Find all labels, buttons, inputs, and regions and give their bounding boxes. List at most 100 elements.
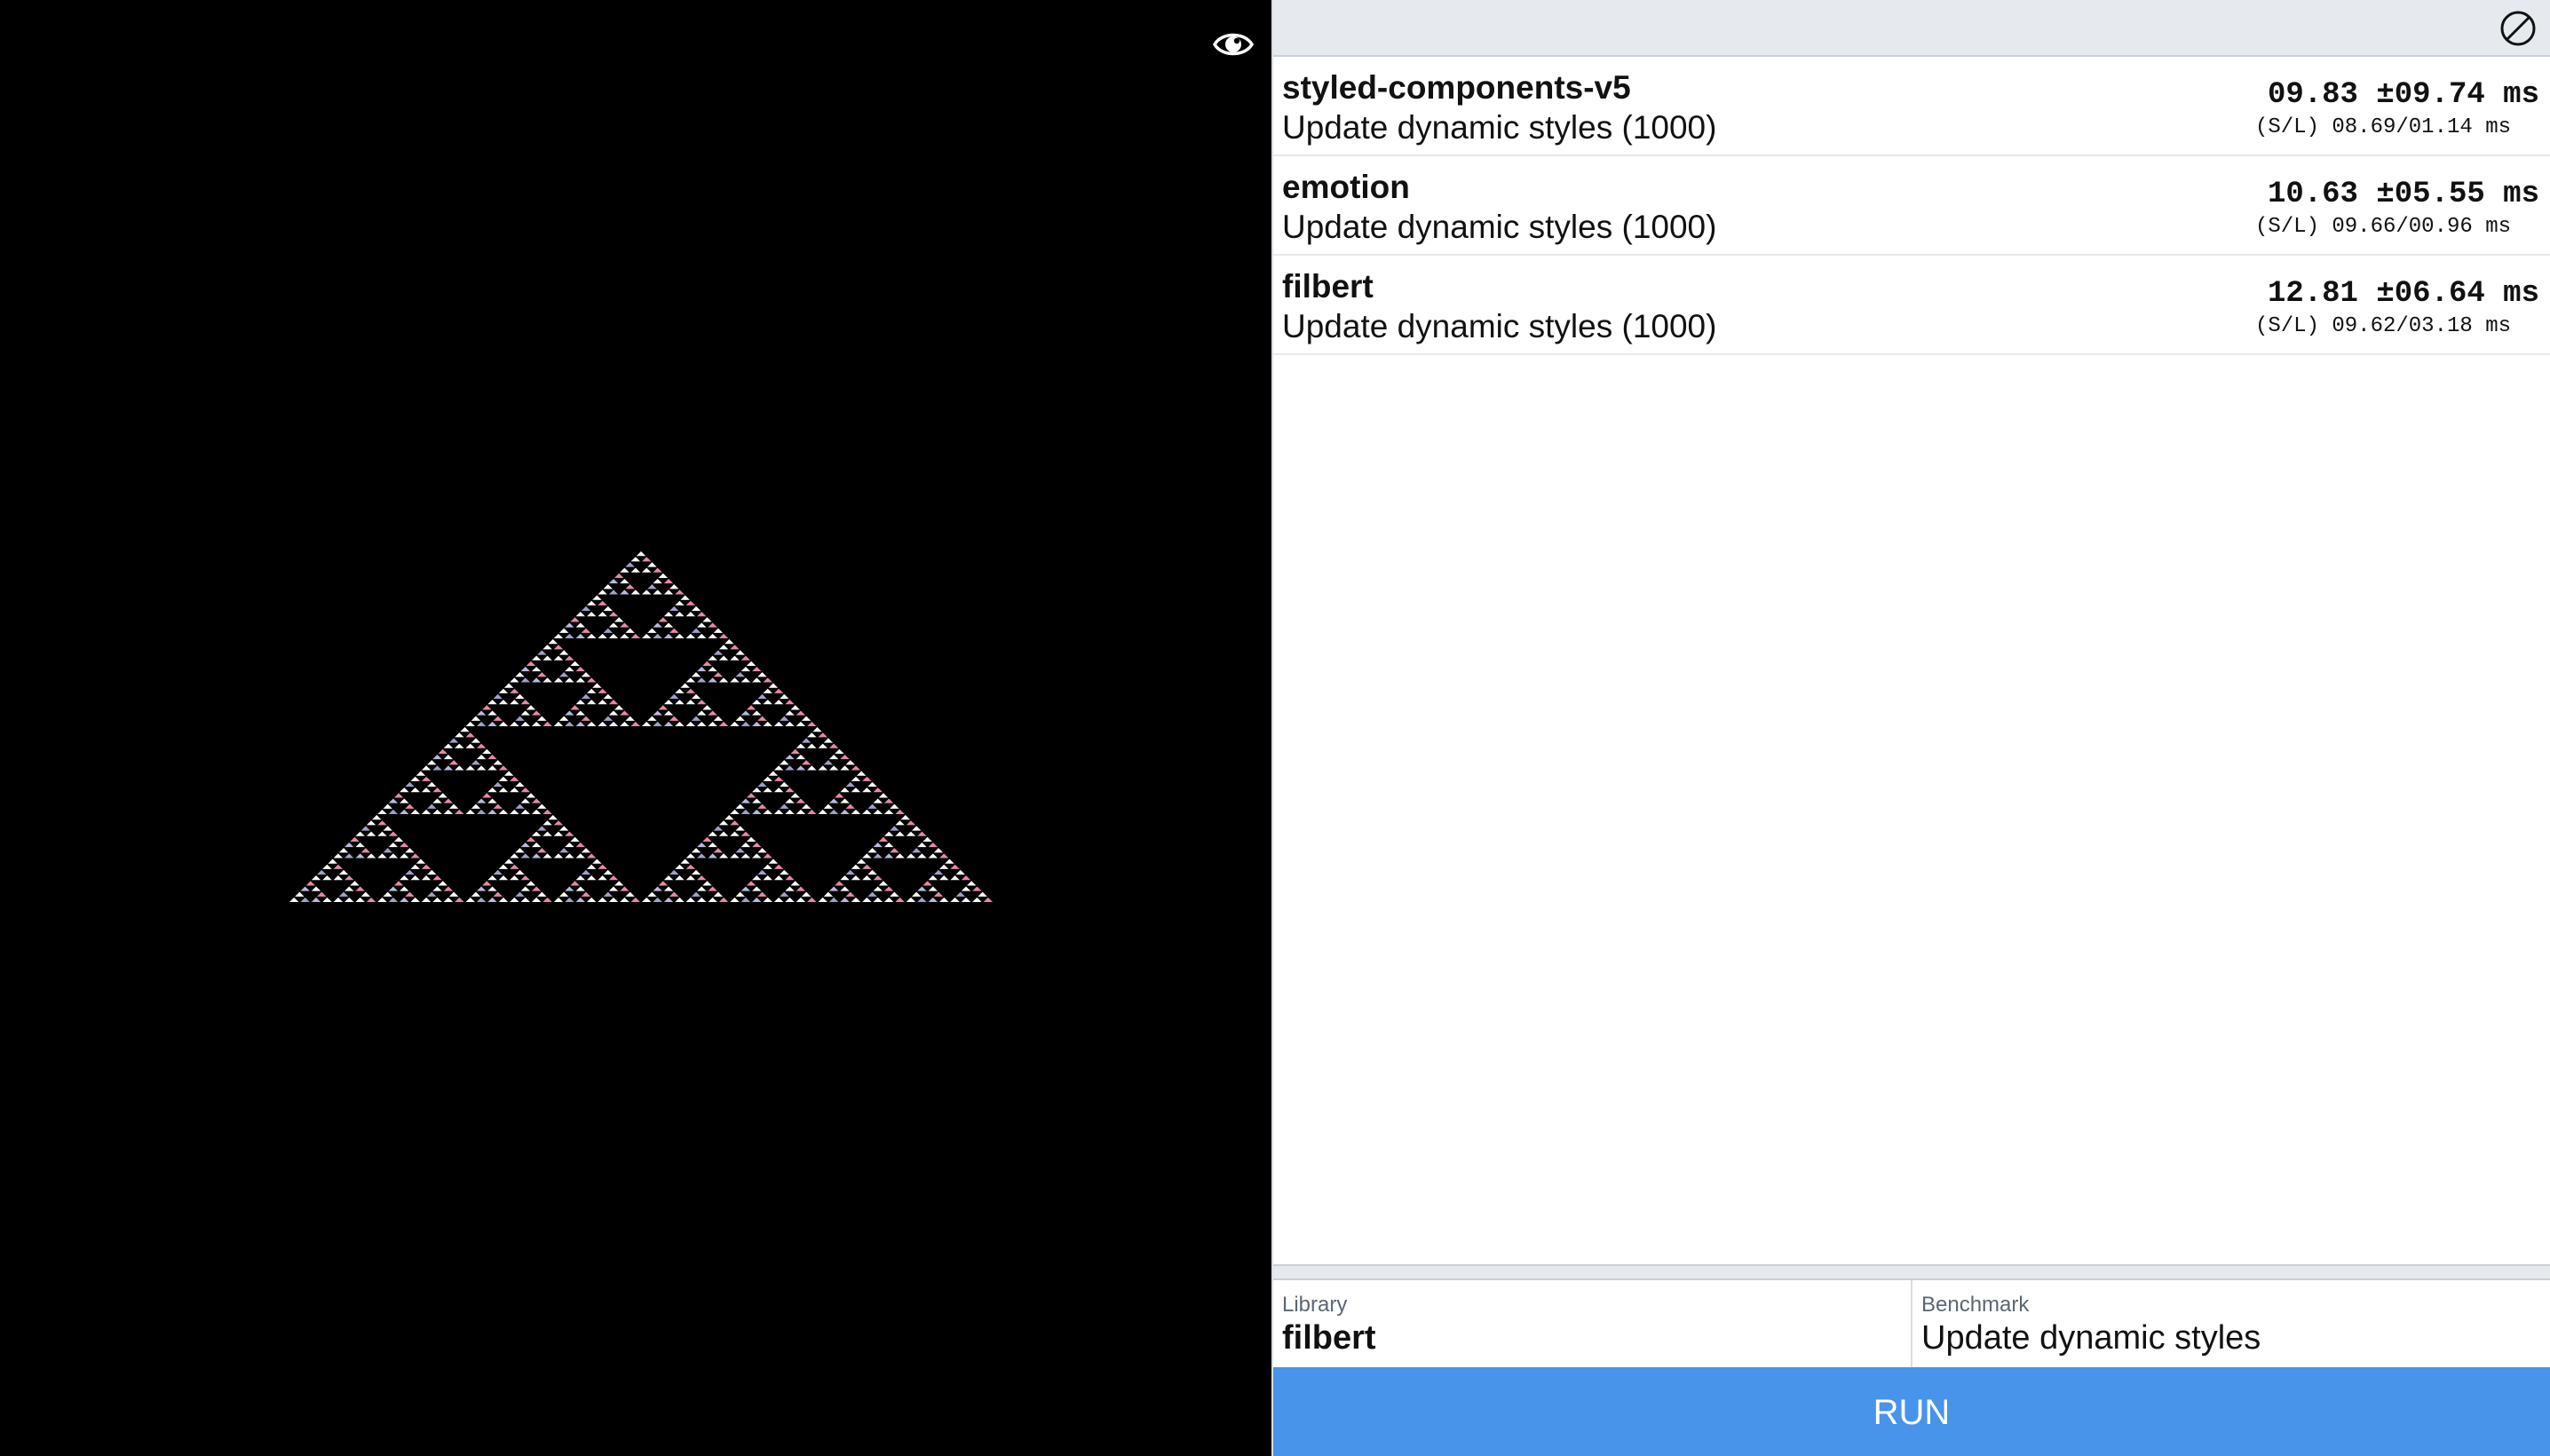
fractal-dot — [510, 776, 519, 781]
fractal-dot — [598, 721, 607, 726]
fractal-dot — [515, 803, 525, 809]
fractal-dot — [350, 836, 360, 842]
fractal-dot — [691, 672, 701, 677]
fractal-dot — [653, 897, 662, 902]
fractal-dot — [790, 705, 800, 710]
fractal-dot — [663, 622, 674, 628]
fractal-dot — [311, 875, 321, 881]
fractal-dot — [531, 710, 542, 716]
fractal-dot — [586, 688, 597, 693]
fractal-dot — [675, 875, 685, 881]
fractal-dot — [427, 891, 437, 897]
clear-results-button[interactable] — [2499, 9, 2538, 48]
fractal-dot — [305, 881, 316, 886]
fractal-dot — [526, 793, 536, 798]
fractal-dot — [393, 836, 404, 842]
fractal-dot — [708, 677, 717, 683]
fractal-dot — [322, 864, 332, 869]
fractal-dot — [713, 826, 724, 831]
toggle-preview-button[interactable] — [1212, 27, 1255, 62]
fractal-dot — [895, 820, 905, 826]
fractal-dot — [581, 891, 591, 897]
fractal-dot — [955, 869, 965, 875]
fractal-dot — [410, 776, 420, 781]
fractal-dot — [542, 831, 552, 836]
fractal-dot — [400, 886, 409, 891]
fractal-dot — [625, 628, 635, 633]
fractal-dot — [476, 765, 487, 771]
fractal-dot — [400, 853, 409, 859]
fractal-dot — [895, 831, 905, 836]
fractal-dot — [647, 562, 657, 567]
fractal-dot — [752, 809, 762, 814]
fractal-dot — [796, 765, 806, 771]
footer-divider — [1273, 1264, 2550, 1280]
fractal-dot — [818, 765, 828, 771]
fractal-dot — [471, 716, 481, 721]
fractal-dot — [796, 809, 806, 814]
fractal-dot — [476, 721, 487, 726]
fractal-dot — [570, 661, 580, 666]
fractal-dot — [763, 700, 772, 705]
fractal-dot — [476, 809, 487, 814]
fractal-dot — [917, 831, 927, 836]
fractal-dot — [713, 650, 724, 655]
fractal-dot — [663, 897, 674, 902]
fractal-dot — [883, 886, 894, 891]
fractal-dot — [928, 875, 938, 881]
fractal-dot — [883, 831, 894, 836]
fractal-dot — [785, 710, 795, 716]
fractal-dot — [763, 787, 772, 793]
fractal-dot — [840, 787, 850, 793]
fractal-dot — [383, 803, 392, 809]
fractal-dot — [498, 700, 509, 705]
fractal-dot — [752, 897, 762, 902]
fractal-dot — [911, 826, 922, 831]
fractal-dot — [708, 710, 717, 716]
fractal-dot — [796, 721, 806, 726]
benchmark-select[interactable]: Benchmark Update dynamic styles — [1912, 1280, 2550, 1367]
fractal-dot — [553, 853, 564, 859]
fractal-dot — [961, 875, 971, 881]
run-button[interactable]: RUN — [1273, 1367, 2550, 1456]
fractal-dot — [740, 853, 751, 859]
fractal-dot — [796, 798, 806, 803]
fractal-dot — [493, 891, 503, 897]
fractal-dot — [680, 859, 690, 864]
fractal-dot — [867, 803, 877, 809]
fractal-dot — [773, 688, 784, 693]
fractal-dot — [796, 743, 806, 748]
fractal-dot — [487, 809, 497, 814]
library-value: filbert — [1282, 1319, 1376, 1357]
fractal-dot — [718, 633, 729, 638]
fractal-dot — [675, 897, 685, 902]
result-library: styled-components-v5 — [1282, 69, 1631, 106]
fractal-dot — [575, 842, 585, 848]
fractal-dot — [575, 612, 585, 617]
fractal-dot — [823, 891, 834, 897]
fractal-dot — [520, 700, 530, 705]
library-select[interactable]: Library filbert — [1273, 1280, 1912, 1367]
fractal-dot — [471, 760, 481, 765]
fractal-dot — [487, 798, 497, 803]
fractal-dot — [510, 700, 519, 705]
fractal-dot — [586, 897, 597, 902]
fractal-dot — [586, 853, 597, 859]
fractal-dot — [443, 897, 454, 902]
fractal-dot — [828, 765, 839, 771]
fractal-dot — [708, 853, 717, 859]
fractal-dot — [840, 886, 850, 891]
fractal-dot — [890, 891, 899, 897]
fractal-dot — [663, 886, 674, 891]
fractal-dot — [702, 881, 712, 886]
fractal-dot — [691, 869, 701, 875]
fractal-dot — [642, 897, 652, 902]
result-row: emotion Update dynamic styles (1000) 10.… — [1273, 156, 2550, 256]
fractal-dot — [752, 666, 762, 672]
fractal-dot — [620, 590, 630, 595]
fractal-dot — [752, 875, 762, 881]
fractal-dot — [388, 831, 399, 836]
fractal-dot — [586, 612, 597, 617]
fractal-dot — [344, 875, 354, 881]
fractal-dot — [295, 891, 305, 897]
